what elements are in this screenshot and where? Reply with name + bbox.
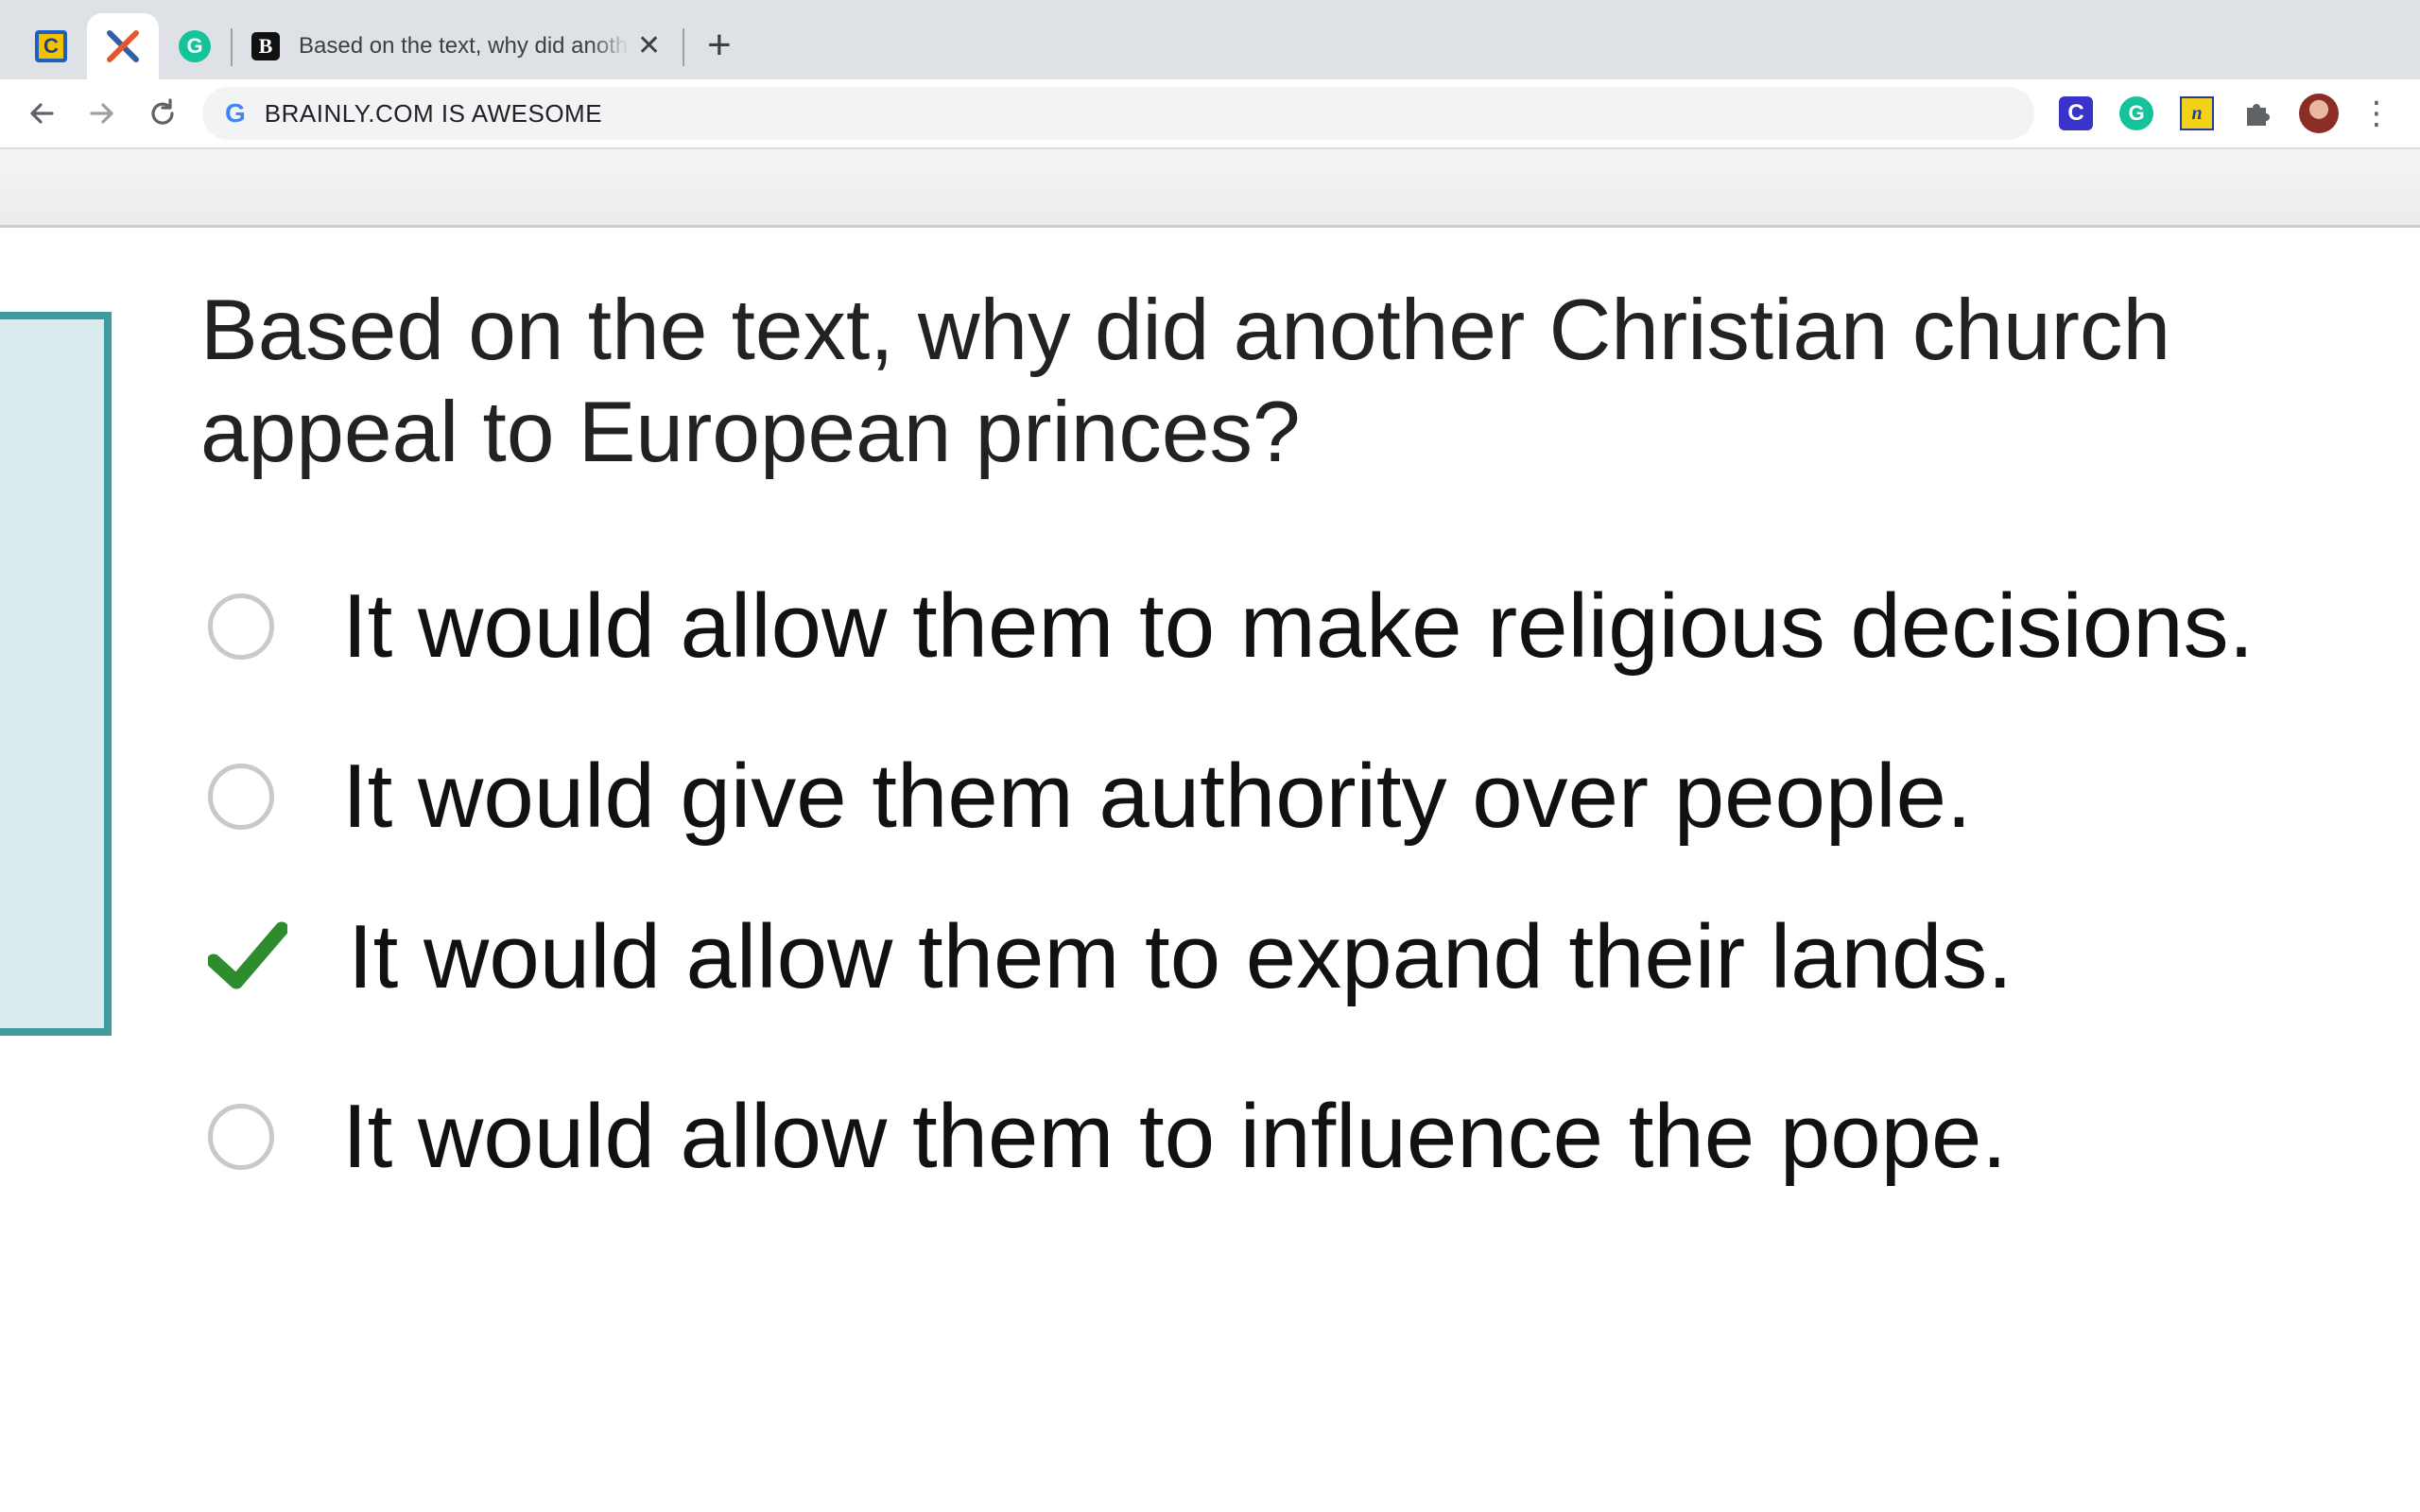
answer-option[interactable]: It would give them authority over people… [208,745,1972,849]
reload-button[interactable] [144,94,182,132]
radio-button[interactable] [208,593,274,660]
answer-option-label: It would allow them to make religious de… [342,576,2255,677]
tab-pinned-grammarly[interactable]: G [159,13,231,79]
extension-notes-icon[interactable]: n [2180,96,2214,130]
grammarly-icon: G [179,30,211,62]
answer-option[interactable]: It would allow them to make religious de… [208,575,2254,679]
brainly-favicon-icon: B [251,32,280,60]
tab-strip: C G B Based on the text, why did another… [0,0,2420,79]
arrow-left-icon [30,103,54,124]
checkmark-icon [208,921,287,989]
extension-c-icon[interactable]: C [2059,96,2093,130]
answer-option-selected[interactable]: It would allow them to expand their land… [208,905,2013,1009]
tab-title: Based on the text, why did another Chris… [299,33,630,59]
radio-button[interactable] [208,1104,274,1170]
question-text: Based on the text, why did another Chris… [200,283,2171,480]
tab-divider [231,28,233,66]
answer-option[interactable]: It would allow them to influence the pop… [208,1085,2007,1189]
new-tab-button[interactable]: + [707,25,732,66]
page-header-band [0,149,2420,228]
tab-brainly[interactable]: B Based on the text, why did another Chr… [236,13,671,79]
extension-grammarly-icon[interactable]: G [2119,96,2153,130]
address-text[interactable]: BRAINLY.COM IS AWESOME [265,99,602,129]
reload-icon [151,98,174,125]
extensions-button[interactable] [2240,96,2274,130]
c-logo-icon: C [35,30,67,62]
tab-pinned-x[interactable] [87,13,159,79]
tab-pinned-c[interactable]: C [15,13,87,79]
puzzle-icon [2247,104,2270,126]
browser-menu-icon[interactable]: ⋮ [2360,96,2394,130]
back-button[interactable] [23,94,60,132]
profile-avatar[interactable] [2299,94,2339,133]
forward-button[interactable] [83,94,121,132]
tab-divider [683,28,684,66]
passage-panel [0,312,112,1036]
answer-option-label: It would allow them to influence the pop… [342,1086,2008,1187]
google-icon: G [225,98,246,128]
answer-option-label: It would allow them to expand their land… [348,906,2013,1007]
radio-button[interactable] [208,764,274,830]
arrow-right-icon [90,103,113,124]
browser-toolbar: G BRAINLY.COM IS AWESOME C G n ⋮ [0,79,2420,149]
answer-option-label: It would give them authority over people… [342,746,1972,847]
x-logo-icon [107,30,139,62]
close-tab-icon[interactable]: ✕ [637,32,661,60]
address-bar[interactable]: G BRAINLY.COM IS AWESOME [202,87,2034,140]
